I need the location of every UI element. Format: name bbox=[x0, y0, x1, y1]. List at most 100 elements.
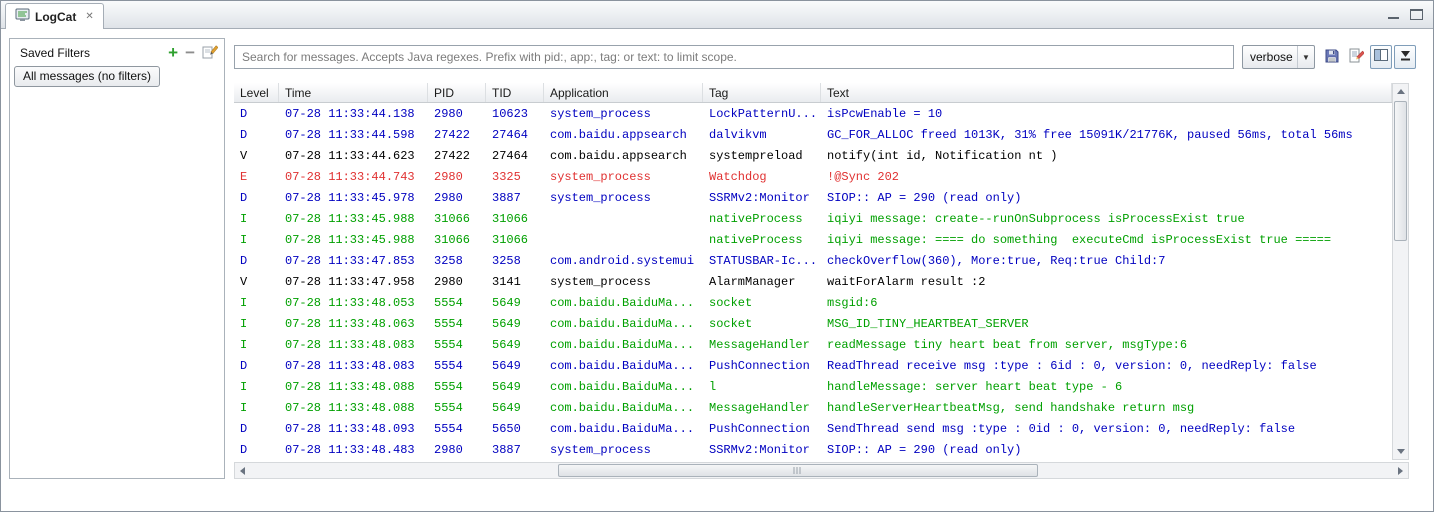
vertical-scroll-thumb[interactable] bbox=[1394, 101, 1407, 241]
log-cell-text: checkOverflow(360), More:true, Req:true … bbox=[827, 253, 1166, 268]
log-cell-text: waitForAlarm result :2 bbox=[827, 274, 986, 289]
column-header-app[interactable]: Application bbox=[544, 83, 703, 102]
log-cell-level: I bbox=[240, 232, 248, 247]
log-cell-app: com.baidu.appsearch bbox=[550, 127, 687, 142]
log-cell-tag: nativeProcess bbox=[709, 232, 803, 247]
log-cell-text: isPcwEnable = 10 bbox=[827, 106, 943, 121]
log-cell-tid: 5650 bbox=[492, 421, 521, 436]
log-cell-pid: 5554 bbox=[434, 316, 463, 331]
saved-filters-panel: Saved Filters + − All messages (no filte… bbox=[9, 38, 225, 479]
log-cell-pid: 2980 bbox=[434, 274, 463, 289]
scroll-right-arrow[interactable] bbox=[1393, 463, 1408, 478]
log-cell-tid: 5649 bbox=[492, 379, 521, 394]
log-cell-level: D bbox=[240, 190, 248, 205]
log-cell-text: iqiyi message: ==== do something execute… bbox=[827, 232, 1332, 247]
log-cell-level: D bbox=[240, 442, 248, 457]
log-cell-level: I bbox=[240, 400, 248, 415]
log-cell-time: 07-28 11:33:44.623 bbox=[285, 148, 415, 163]
saved-filters-actions: + − bbox=[168, 44, 218, 61]
log-cell-app: system_process bbox=[550, 169, 651, 184]
log-row[interactable]: I 07-28 11:33:45.988 31066 31066 nativeProce… bbox=[234, 229, 1392, 250]
log-row[interactable]: D 07-28 11:33:44.138 2980 10623 system_proce… bbox=[234, 103, 1392, 124]
save-log-icon[interactable] bbox=[1324, 48, 1340, 69]
minimize-icon[interactable] bbox=[1387, 9, 1400, 20]
log-cell-text: GC_FOR_ALLOC freed 1013K, 31% free 15091… bbox=[827, 127, 1353, 142]
log-level-dropdown[interactable]: verbose ▼ bbox=[1242, 45, 1315, 69]
add-filter-icon[interactable]: + bbox=[168, 44, 178, 61]
log-cell-pid: 5554 bbox=[434, 358, 463, 373]
remove-filter-icon[interactable]: − bbox=[185, 44, 195, 61]
horizontal-scroll-thumb[interactable] bbox=[558, 464, 1038, 477]
log-cell-tag: nativeProcess bbox=[709, 211, 803, 226]
tab-logcat[interactable]: LogCat ✕ bbox=[5, 3, 104, 29]
log-cell-text: handleMessage: server heart beat type - … bbox=[827, 379, 1123, 394]
log-row[interactable]: V 07-28 11:33:44.623 27422 27464 com.baidu.a… bbox=[234, 145, 1392, 166]
filter-item-all-messages[interactable]: All messages (no filters) bbox=[14, 66, 161, 87]
column-header-tag[interactable]: Tag bbox=[703, 83, 821, 102]
log-row[interactable]: V 07-28 11:33:47.958 2980 3141 system_proces… bbox=[234, 271, 1392, 292]
log-cell-tid: 3258 bbox=[492, 253, 521, 268]
log-row[interactable]: D 07-28 11:33:44.598 27422 27464 com.baidu.a… bbox=[234, 124, 1392, 145]
dropdown-arrow-box: ▼ bbox=[1297, 46, 1314, 68]
clear-log-icon[interactable] bbox=[1348, 48, 1365, 69]
vertical-scrollbar[interactable] bbox=[1392, 83, 1409, 460]
log-cell-tag: STATUSBAR-Ic... bbox=[709, 253, 818, 268]
search-input[interactable] bbox=[234, 45, 1234, 69]
toggle-filters-pane-button[interactable] bbox=[1370, 45, 1392, 69]
log-row[interactable]: E 07-28 11:33:44.743 2980 3325 system_proces… bbox=[234, 166, 1392, 187]
horizontal-scrollbar[interactable] bbox=[234, 462, 1409, 479]
column-header-level[interactable]: Level bbox=[234, 83, 279, 102]
edit-filter-icon[interactable] bbox=[202, 45, 218, 60]
column-header-tid[interactable]: TID bbox=[486, 83, 544, 102]
log-cell-tid: 3887 bbox=[492, 442, 521, 457]
log-row[interactable]: D 07-28 11:33:48.083 5554 5649 com.baidu.Bai… bbox=[234, 355, 1392, 376]
log-cell-pid: 5554 bbox=[434, 379, 463, 394]
log-cell-tag: LockPatternU... bbox=[709, 106, 818, 121]
log-cell-time: 07-28 11:33:48.093 bbox=[285, 421, 415, 436]
log-cell-app: com.baidu.BaiduMa... bbox=[550, 337, 695, 352]
log-row[interactable]: I 07-28 11:33:48.083 5554 5649 com.baidu.Bai… bbox=[234, 334, 1392, 355]
column-header-time[interactable]: Time bbox=[279, 83, 428, 102]
log-row[interactable]: D 07-28 11:33:45.978 2980 3887 system_proces… bbox=[234, 187, 1392, 208]
log-cell-pid: 31066 bbox=[434, 232, 471, 247]
log-cell-time: 07-28 11:33:48.483 bbox=[285, 442, 415, 457]
tab-close-icon[interactable]: ✕ bbox=[85, 11, 93, 22]
log-cell-tag: AlarmManager bbox=[709, 274, 796, 289]
log-row[interactable]: D 07-28 11:33:48.483 2980 3887 system_proces… bbox=[234, 439, 1392, 460]
log-cell-time: 07-28 11:33:45.988 bbox=[285, 232, 415, 247]
log-cell-text: !@Sync 202 bbox=[827, 169, 900, 184]
log-cell-level: D bbox=[240, 127, 248, 142]
log-cell-time: 07-28 11:33:44.743 bbox=[285, 169, 415, 184]
scroll-left-arrow[interactable] bbox=[235, 463, 250, 478]
log-cell-tag: SSRMv2:Monitor bbox=[709, 442, 810, 457]
log-cell-tag: PushConnection bbox=[709, 421, 810, 436]
split-pane-icon bbox=[1374, 48, 1388, 66]
log-cell-level: I bbox=[240, 211, 248, 226]
log-cell-pid: 2980 bbox=[434, 190, 463, 205]
log-cell-tag: PushConnection bbox=[709, 358, 810, 373]
log-cell-text: notify(int id, Notification nt ) bbox=[827, 148, 1058, 163]
maximize-icon[interactable] bbox=[1410, 9, 1423, 20]
log-row[interactable]: D 07-28 11:33:48.093 5554 5650 com.baidu.Bai… bbox=[234, 418, 1392, 439]
scroll-up-arrow[interactable] bbox=[1393, 84, 1408, 99]
log-cell-tid: 5649 bbox=[492, 400, 521, 415]
log-cell-time: 07-28 11:33:47.958 bbox=[285, 274, 415, 289]
window-controls bbox=[1387, 9, 1423, 20]
log-cell-pid: 5554 bbox=[434, 421, 463, 436]
log-row[interactable]: I 07-28 11:33:48.088 5554 5649 com.baidu.Bai… bbox=[234, 397, 1392, 418]
log-cell-tag: Watchdog bbox=[709, 169, 767, 184]
log-cell-level: E bbox=[240, 169, 248, 184]
scroll-down-arrow[interactable] bbox=[1393, 444, 1408, 459]
column-header-text[interactable]: Text bbox=[821, 83, 1392, 102]
arrow-down-icon bbox=[1400, 48, 1411, 66]
log-cell-app: com.baidu.BaiduMa... bbox=[550, 358, 695, 373]
log-table-body: D 07-28 11:33:44.138 2980 10623 system_proce… bbox=[234, 103, 1392, 460]
log-row[interactable]: I 07-28 11:33:45.988 31066 31066 nativeProce… bbox=[234, 208, 1392, 229]
log-row[interactable]: I 07-28 11:33:48.053 5554 5649 com.baidu.Bai… bbox=[234, 292, 1392, 313]
log-row[interactable]: I 07-28 11:33:48.088 5554 5649 com.baidu.Bai… bbox=[234, 376, 1392, 397]
log-row[interactable]: D 07-28 11:33:47.853 3258 3258 com.android.s… bbox=[234, 250, 1392, 271]
scroll-to-bottom-button[interactable] bbox=[1394, 45, 1416, 69]
log-row[interactable]: I 07-28 11:33:48.063 5554 5649 com.baidu.Bai… bbox=[234, 313, 1392, 334]
log-cell-time: 07-28 11:33:44.138 bbox=[285, 106, 415, 121]
column-header-pid[interactable]: PID bbox=[428, 83, 486, 102]
